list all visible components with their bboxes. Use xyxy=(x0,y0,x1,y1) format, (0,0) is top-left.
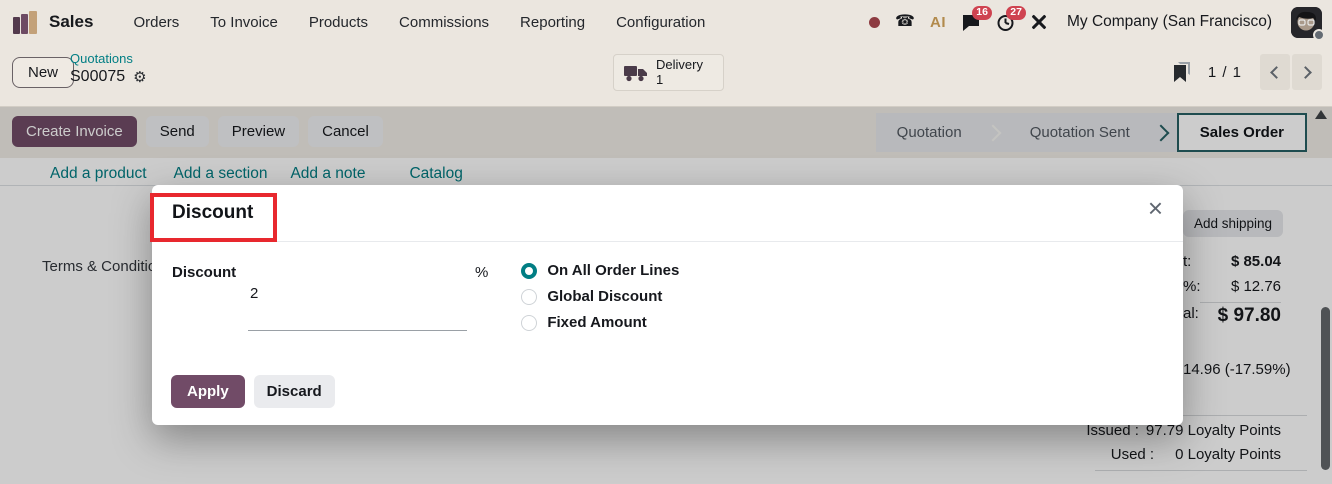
radio-on-all-order-lines[interactable]: On All Order Lines xyxy=(521,262,679,279)
tools-icon[interactable] xyxy=(1030,13,1048,31)
breadcrumb-quotations[interactable]: Quotations xyxy=(70,51,147,66)
menu-orders[interactable]: Orders xyxy=(133,14,179,31)
radio-unselected-icon[interactable] xyxy=(521,314,538,331)
delivery-smart-button[interactable]: Delivery 1 xyxy=(613,54,724,91)
breadcrumb-current-record: S00075 xyxy=(70,68,126,85)
chevron-right-icon xyxy=(1299,65,1312,79)
breadcrumb: Quotations S00075 ⚙ xyxy=(70,51,147,86)
top-nav-bar: Sales Orders To Invoice Products Commiss… xyxy=(0,0,1332,44)
pager: 1 / 1 xyxy=(1172,54,1322,90)
odoo-sales-screen: Sales Orders To Invoice Products Commiss… xyxy=(0,0,1332,484)
pager-count: 1 / 1 xyxy=(1207,63,1242,81)
chevron-left-icon xyxy=(1270,65,1283,79)
menu-configuration[interactable]: Configuration xyxy=(616,14,705,31)
menu-to-invoice[interactable]: To Invoice xyxy=(210,14,278,31)
radio-unselected-icon[interactable] xyxy=(521,288,538,305)
menu-reporting[interactable]: Reporting xyxy=(520,14,585,31)
systray: ☎ AI 16 27 My Company (San Francisco) xyxy=(869,5,1325,41)
activities-badge: 27 xyxy=(1006,5,1026,20)
new-button[interactable]: New xyxy=(12,57,75,88)
messages-badge: 16 xyxy=(972,5,992,20)
delivery-count: 1 xyxy=(656,71,664,87)
radio-fixed-amount[interactable]: Fixed Amount xyxy=(521,314,679,331)
menu-products[interactable]: Products xyxy=(309,14,368,31)
discount-type-radio-group: On All Order Lines Global Discount Fixed… xyxy=(521,262,679,331)
discard-button[interactable]: Discard xyxy=(253,375,335,408)
percent-sign: % xyxy=(475,264,489,281)
presence-indicator-icon xyxy=(1313,28,1325,41)
voip-phone-icon[interactable]: ☎ xyxy=(895,14,915,30)
delivery-label: Delivery xyxy=(656,56,703,72)
discount-dialog: Discount × Discount % On All Order Lines… xyxy=(150,185,1183,425)
truck-icon xyxy=(624,65,647,81)
app-name[interactable]: Sales xyxy=(49,12,93,32)
sales-app-logo-icon[interactable] xyxy=(12,9,38,35)
bookmark-icon[interactable] xyxy=(1172,62,1190,82)
pager-previous-button[interactable] xyxy=(1260,54,1290,90)
messages-menu[interactable]: 16 xyxy=(961,5,992,32)
close-icon[interactable]: × xyxy=(1148,195,1163,221)
activities-menu[interactable]: 27 xyxy=(996,5,1026,32)
apply-button[interactable]: Apply xyxy=(171,375,245,408)
ai-icon[interactable]: AI xyxy=(930,14,946,31)
user-avatar[interactable] xyxy=(1291,6,1325,41)
discount-dialog-footer: Apply Discard xyxy=(152,369,1183,425)
control-panel: New Quotations S00075 ⚙ Delivery 1 1 / 1 xyxy=(0,44,1332,107)
radio-global-discount[interactable]: Global Discount xyxy=(521,288,679,305)
company-name[interactable]: My Company (San Francisco) xyxy=(1067,13,1272,31)
discount-field-label: Discount xyxy=(172,264,237,281)
pager-next-button[interactable] xyxy=(1292,54,1322,90)
discount-input[interactable] xyxy=(248,262,467,331)
menu-commissions[interactable]: Commissions xyxy=(399,14,489,31)
discount-dialog-header: Discount × xyxy=(150,185,1183,242)
dialog-title: Discount xyxy=(172,202,254,223)
gear-icon[interactable]: ⚙ xyxy=(133,68,146,86)
status-dot-icon[interactable] xyxy=(869,16,881,28)
main-menu: Orders To Invoice Products Commissions R… xyxy=(133,14,705,31)
discount-dialog-body: Discount % On All Order Lines Global Dis… xyxy=(152,242,1183,331)
radio-selected-icon[interactable] xyxy=(521,262,538,279)
